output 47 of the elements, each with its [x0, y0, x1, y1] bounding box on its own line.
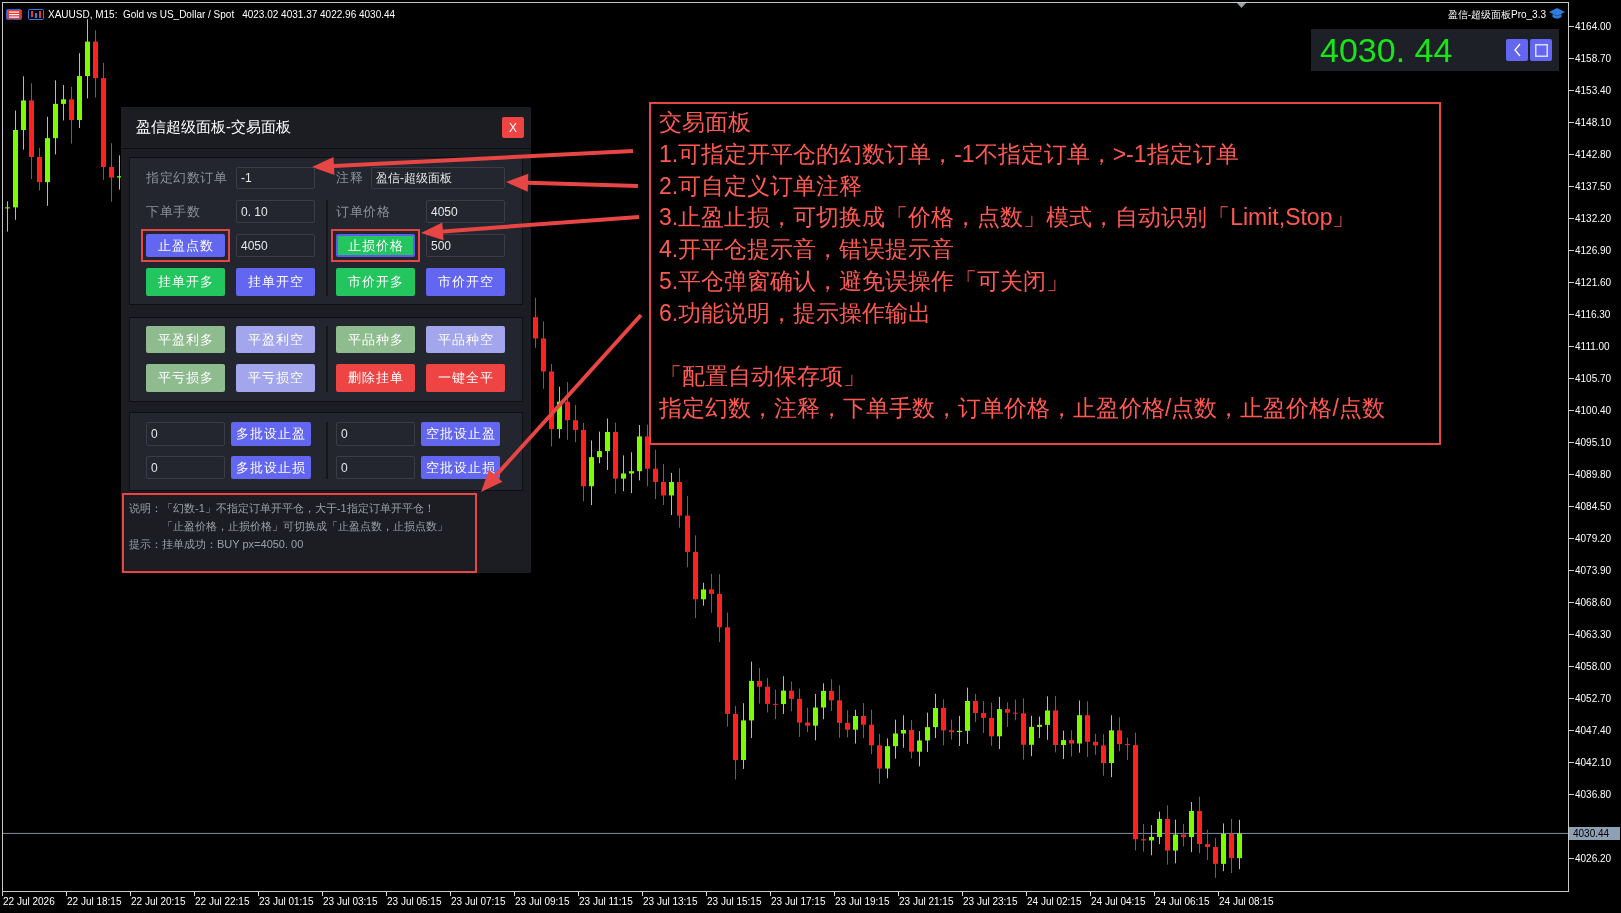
- price-label: 4111.00: [1575, 339, 1610, 354]
- time-label: 22 Jul 20:15: [130, 896, 187, 908]
- price-label: 4164.00: [1575, 19, 1612, 34]
- time-label: 22 Jul 22:15: [194, 896, 251, 908]
- current-price-label: 4030.44: [1569, 826, 1620, 840]
- price-label: 4036.80: [1575, 788, 1612, 803]
- time-label: 23 Jul 15:15: [706, 896, 763, 908]
- time-label: 23 Jul 17:15: [770, 896, 827, 908]
- price-label: 4073.90: [1575, 564, 1612, 579]
- price-label: 4089.80: [1575, 467, 1612, 482]
- time-label: 23 Jul 05:15: [386, 896, 443, 908]
- price-label: 4100.40: [1575, 403, 1612, 418]
- time-label: 23 Jul 01:15: [258, 896, 315, 908]
- price-label: 4116.30: [1575, 307, 1611, 322]
- price-label: 4058.00: [1575, 660, 1612, 675]
- time-label: 22 Jul 18:15: [66, 896, 123, 908]
- price-label: 4026.20: [1575, 852, 1612, 867]
- time-label: 23 Jul 13:15: [642, 896, 699, 908]
- time-label: 24 Jul 06:15: [1154, 896, 1211, 908]
- price-label: 4153.40: [1575, 83, 1612, 98]
- time-label: 22 Jul 2026: [2, 896, 56, 908]
- time-label: 23 Jul 21:15: [898, 896, 955, 908]
- price-label: 4121.60: [1575, 275, 1612, 290]
- price-label: 4137.50: [1575, 179, 1612, 194]
- time-label: 23 Jul 23:15: [962, 896, 1019, 908]
- price-label: 4084.50: [1575, 500, 1612, 514]
- time-label: 24 Jul 08:15: [1218, 896, 1275, 908]
- price-label: 4095.10: [1575, 435, 1612, 450]
- time-label: 23 Jul 19:15: [834, 896, 891, 908]
- price-label: 4079.20: [1575, 532, 1612, 546]
- time-label: 24 Jul 04:15: [1090, 896, 1147, 908]
- time-label: 24 Jul 02:15: [1026, 896, 1083, 908]
- price-label: 4132.20: [1575, 211, 1612, 226]
- time-label: 23 Jul 11:15: [578, 896, 634, 908]
- price-label: 4148.10: [1575, 115, 1612, 130]
- price-label: 4042.10: [1575, 756, 1612, 771]
- price-label: 4158.70: [1575, 51, 1612, 66]
- price-label: 4068.60: [1575, 596, 1612, 611]
- time-label: 23 Jul 07:15: [450, 896, 507, 908]
- price-label: 4105.70: [1575, 371, 1612, 386]
- price-label: 4047.40: [1575, 724, 1612, 739]
- time-label: 23 Jul 03:15: [322, 896, 379, 908]
- price-label: 4126.90: [1575, 243, 1612, 258]
- price-label: 4052.70: [1575, 692, 1612, 707]
- price-label: 4142.80: [1575, 147, 1612, 162]
- time-label: 23 Jul 09:15: [514, 896, 571, 908]
- price-label: 4063.30: [1575, 628, 1612, 643]
